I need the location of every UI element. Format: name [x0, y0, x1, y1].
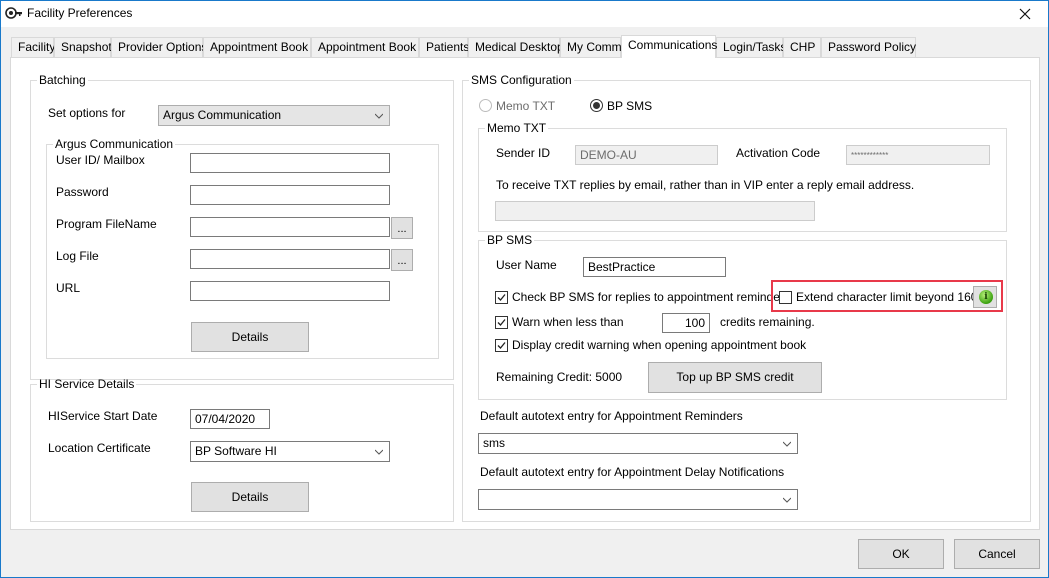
warn-credits-label: Warn when less than: [512, 315, 624, 329]
tab-appointment-book-1[interactable]: Appointment Book 1: [203, 37, 318, 58]
tab-my-comms[interactable]: My Comms: [560, 37, 628, 58]
log-file-browse-button[interactable]: ...: [391, 249, 413, 271]
hi-start-date-label: HIService Start Date: [48, 409, 158, 423]
ok-button[interactable]: OK: [858, 539, 944, 569]
extend-limit-label: Extend character limit beyond 160: [796, 290, 978, 304]
tab-login-tasks[interactable]: Login/Tasks: [716, 37, 786, 58]
set-options-dropdown[interactable]: Argus Communication: [158, 105, 390, 126]
username-input[interactable]: [583, 257, 726, 277]
reminders-autotext-label: Default autotext entry for Appointment R…: [480, 409, 743, 423]
program-filename-browse-button[interactable]: ...: [391, 217, 413, 239]
user-id-label: User ID/ Mailbox: [56, 153, 145, 167]
tab-patients[interactable]: Patients: [419, 37, 469, 58]
chevron-down-icon: [783, 441, 791, 447]
checkmark-icon: [497, 294, 506, 301]
set-options-label: Set options for: [48, 106, 126, 120]
batching-legend: Batching: [39, 73, 86, 87]
reminders-autotext-dropdown[interactable]: sms: [478, 433, 798, 454]
activation-code-label: Activation Code: [736, 146, 821, 160]
tab-chp[interactable]: CHP: [783, 37, 821, 58]
program-filename-label: Program FileName: [56, 217, 157, 231]
facility-preferences-window: Facility Preferences Facility Snapshot P…: [0, 0, 1049, 578]
cancel-button[interactable]: Cancel: [954, 539, 1040, 569]
title-bar: Facility Preferences: [1, 1, 1048, 27]
tab-facility[interactable]: Facility: [11, 37, 55, 58]
reply-email-input[interactable]: [495, 201, 815, 221]
delay-autotext-dropdown[interactable]: [478, 489, 798, 510]
extend-limit-info-button[interactable]: i: [973, 286, 997, 308]
warn-credits-input[interactable]: [662, 313, 710, 333]
display-warning-checkbox[interactable]: [495, 339, 508, 352]
communications-tab-page: Batching Set options for Argus Communica…: [10, 57, 1040, 530]
log-file-label: Log File: [56, 249, 99, 263]
warn-credits-checkbox[interactable]: [495, 316, 508, 329]
location-certificate-value: BP Software HI: [195, 444, 277, 458]
info-icon: i: [979, 290, 993, 304]
program-filename-input[interactable]: [190, 217, 390, 237]
user-id-input[interactable]: [190, 153, 390, 173]
delay-autotext-label: Default autotext entry for Appointment D…: [480, 465, 785, 479]
close-button[interactable]: [1002, 1, 1048, 27]
remaining-credit-text: Remaining Credit: 5000: [496, 370, 623, 384]
key-icon: [5, 7, 22, 19]
location-certificate-label: Location Certificate: [48, 441, 151, 455]
set-options-value: Argus Communication: [163, 108, 282, 122]
tab-appointment-book-2[interactable]: Appointment Book 2: [311, 37, 426, 58]
sender-id-input[interactable]: [575, 145, 718, 165]
hi-service-details-button[interactable]: Details: [191, 482, 309, 512]
memo-txt-radio[interactable]: [479, 99, 492, 112]
sender-id-label: Sender ID: [496, 146, 551, 160]
extend-limit-checkbox[interactable]: [779, 291, 792, 304]
hi-start-date-input[interactable]: [190, 409, 270, 429]
url-label: URL: [56, 281, 81, 295]
credits-remaining-suffix: credits remaining.: [720, 315, 815, 329]
chevron-down-icon: [783, 497, 791, 503]
tab-communications[interactable]: Communications: [621, 35, 717, 58]
argus-legend: Argus Communication: [55, 137, 174, 151]
tab-provider-options[interactable]: Provider Options: [111, 37, 207, 58]
tab-medical-desktop[interactable]: Medical Desktop: [468, 37, 564, 58]
close-icon: [1019, 8, 1031, 20]
sms-configuration-legend: SMS Configuration: [471, 73, 572, 87]
bp-sms-legend: BP SMS: [487, 233, 533, 247]
argus-details-button[interactable]: Details: [191, 322, 309, 352]
url-input[interactable]: [190, 281, 390, 301]
chevron-down-icon: [375, 449, 383, 455]
chevron-down-icon: [375, 113, 383, 119]
username-label: User Name: [496, 258, 557, 272]
reminders-autotext-value: sms: [483, 436, 505, 450]
tab-snapshot[interactable]: Snapshot: [54, 37, 112, 58]
password-input[interactable]: [190, 185, 390, 205]
display-warning-label: Display credit warning when opening appo…: [512, 338, 807, 352]
location-certificate-dropdown[interactable]: BP Software HI: [190, 441, 390, 462]
bp-sms-radio-label: BP SMS: [607, 99, 653, 113]
bp-sms-radio[interactable]: [590, 99, 603, 112]
window-title: Facility Preferences: [27, 6, 133, 20]
hi-service-legend: HI Service Details: [39, 377, 135, 391]
reply-email-note: To receive TXT replies by email, rather …: [496, 178, 915, 192]
checkmark-icon: [497, 342, 506, 349]
top-up-credit-button[interactable]: Top up BP SMS credit: [648, 362, 822, 393]
password-label: Password: [56, 185, 109, 199]
activation-code-input[interactable]: [846, 145, 990, 165]
checkmark-icon: [497, 319, 506, 326]
memo-txt-radio-label: Memo TXT: [496, 99, 556, 113]
memo-txt-legend: Memo TXT: [487, 121, 547, 135]
check-replies-label: Check BP SMS for replies to appointment …: [512, 290, 790, 304]
tab-password-policy[interactable]: Password Policy: [821, 37, 916, 58]
log-file-input[interactable]: [190, 249, 390, 269]
check-replies-checkbox[interactable]: [495, 291, 508, 304]
